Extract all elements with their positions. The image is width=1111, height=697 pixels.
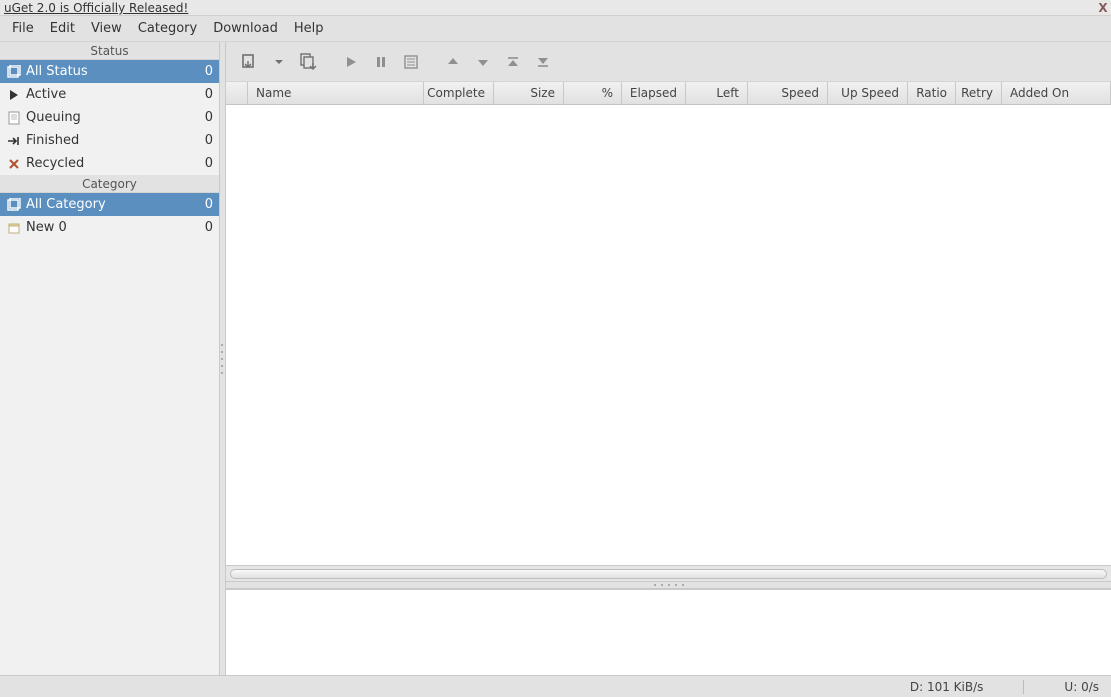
category-icon bbox=[6, 220, 22, 236]
move-bottom-button[interactable] bbox=[528, 47, 558, 77]
status-count: 0 bbox=[193, 156, 213, 171]
all-status-icon bbox=[6, 64, 22, 80]
category-all[interactable]: All Category 0 bbox=[0, 193, 219, 216]
col-percent[interactable]: % bbox=[564, 82, 622, 104]
status-label: Finished bbox=[26, 133, 193, 148]
status-count: 0 bbox=[193, 87, 213, 102]
play-icon bbox=[6, 87, 22, 103]
status-download: D: 101 KiB/s bbox=[910, 680, 984, 694]
new-download-button[interactable] bbox=[234, 47, 264, 77]
new-dropdown-button[interactable] bbox=[264, 47, 294, 77]
status-all[interactable]: All Status 0 bbox=[0, 60, 219, 83]
col-ratio[interactable]: Ratio bbox=[908, 82, 956, 104]
pause-button[interactable] bbox=[366, 47, 396, 77]
col-name[interactable]: Name bbox=[248, 82, 424, 104]
start-button[interactable] bbox=[336, 47, 366, 77]
status-queuing[interactable]: Queuing 0 bbox=[0, 106, 219, 129]
col-state[interactable] bbox=[226, 82, 248, 104]
category-new[interactable]: New 0 0 bbox=[0, 216, 219, 239]
status-active[interactable]: Active 0 bbox=[0, 83, 219, 106]
col-complete[interactable]: Complete bbox=[424, 82, 494, 104]
category-count: 0 bbox=[193, 220, 213, 235]
status-count: 0 bbox=[193, 64, 213, 79]
status-separator bbox=[1023, 680, 1024, 694]
col-upspeed[interactable]: Up Speed bbox=[828, 82, 908, 104]
menu-view[interactable]: View bbox=[83, 18, 130, 39]
col-elapsed[interactable]: Elapsed bbox=[622, 82, 686, 104]
status-count: 0 bbox=[193, 110, 213, 125]
sidebar: Status All Status 0 Active 0 bbox=[0, 42, 220, 675]
status-count: 0 bbox=[193, 133, 213, 148]
status-header: Status bbox=[0, 42, 219, 60]
col-speed[interactable]: Speed bbox=[748, 82, 828, 104]
move-top-button[interactable] bbox=[498, 47, 528, 77]
col-retry[interactable]: Retry bbox=[956, 82, 1002, 104]
status-label: Queuing bbox=[26, 110, 193, 125]
detail-pane bbox=[226, 589, 1111, 675]
status-label: All Status bbox=[26, 64, 193, 79]
category-count: 0 bbox=[193, 197, 213, 212]
menu-category[interactable]: Category bbox=[130, 18, 205, 39]
menu-file[interactable]: File bbox=[4, 18, 42, 39]
window-title: uGet 2.0 is Officially Released! bbox=[4, 0, 1095, 15]
col-left[interactable]: Left bbox=[686, 82, 748, 104]
grid-header: Name Complete Size % Elapsed Left Speed … bbox=[226, 82, 1111, 105]
main-window: uGet 2.0 is Officially Released! X File … bbox=[0, 0, 1111, 697]
toolbar bbox=[226, 42, 1111, 82]
titlebar: uGet 2.0 is Officially Released! X bbox=[0, 0, 1111, 16]
document-icon bbox=[6, 110, 22, 126]
status-label: Recycled bbox=[26, 156, 193, 171]
main-pane: Name Complete Size % Elapsed Left Speed … bbox=[226, 42, 1111, 675]
statusbar: D: 101 KiB/s U: 0/s bbox=[0, 675, 1111, 697]
menubar: File Edit View Category Download Help bbox=[0, 16, 1111, 42]
category-label: All Category bbox=[26, 197, 193, 212]
close-button[interactable]: X bbox=[1095, 0, 1111, 15]
grid-body[interactable] bbox=[226, 105, 1111, 565]
delete-icon bbox=[6, 156, 22, 172]
category-list: All Category 0 New 0 0 bbox=[0, 193, 219, 239]
body: Status All Status 0 Active 0 bbox=[0, 42, 1111, 675]
status-upload: U: 0/s bbox=[1064, 680, 1099, 694]
menu-download[interactable]: Download bbox=[205, 18, 286, 39]
move-up-button[interactable] bbox=[438, 47, 468, 77]
status-list: All Status 0 Active 0 Queuing 0 bbox=[0, 60, 219, 175]
move-down-button[interactable] bbox=[468, 47, 498, 77]
all-category-icon bbox=[6, 197, 22, 213]
horizontal-scrollbar[interactable] bbox=[226, 565, 1111, 581]
status-finished[interactable]: Finished 0 bbox=[0, 129, 219, 152]
col-size[interactable]: Size bbox=[494, 82, 564, 104]
goto-end-icon bbox=[6, 133, 22, 149]
menu-edit[interactable]: Edit bbox=[42, 18, 83, 39]
scrollbar-thumb[interactable] bbox=[230, 569, 1107, 579]
status-recycled[interactable]: Recycled 0 bbox=[0, 152, 219, 175]
col-added[interactable]: Added On bbox=[1002, 82, 1111, 104]
status-label: Active bbox=[26, 87, 193, 102]
category-label: New 0 bbox=[26, 220, 193, 235]
properties-button[interactable] bbox=[396, 47, 426, 77]
batch-download-button[interactable] bbox=[294, 47, 324, 77]
horizontal-splitter[interactable] bbox=[226, 581, 1111, 589]
menu-help[interactable]: Help bbox=[286, 18, 332, 39]
category-header: Category bbox=[0, 175, 219, 193]
